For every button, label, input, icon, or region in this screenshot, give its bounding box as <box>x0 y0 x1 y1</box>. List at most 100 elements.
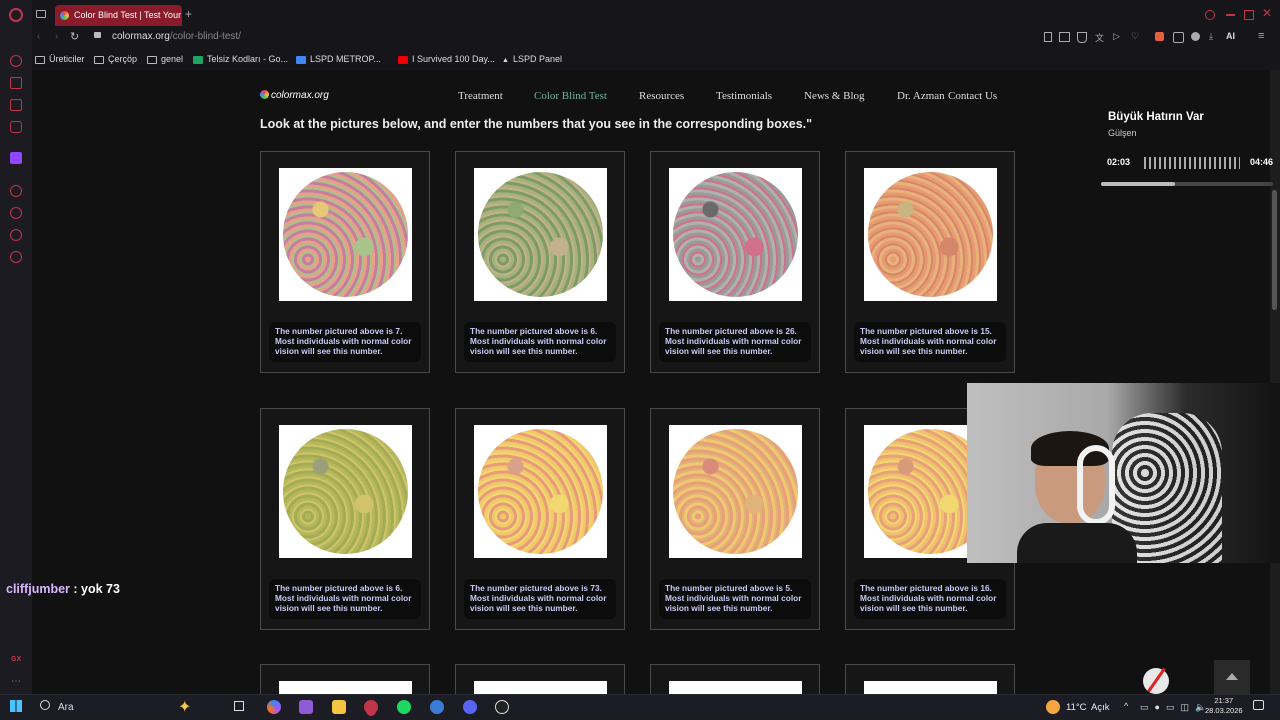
song-title: Büyük Hatırın Var <box>1108 111 1204 123</box>
file-explorer-icon[interactable] <box>332 700 346 714</box>
opera-logo-icon[interactable] <box>9 8 23 22</box>
history-icon[interactable] <box>10 207 22 219</box>
chat-message: cliffjumber : yok 73 <box>6 582 120 596</box>
instructions-text: Look at the pictures below, and enter th… <box>260 117 813 131</box>
ishihara-plate-image <box>478 429 603 554</box>
scroll-to-top-button[interactable] <box>1214 660 1250 694</box>
nav-news-blog[interactable]: News & Blog <box>804 90 865 102</box>
forward-icon[interactable]: › <box>55 31 58 42</box>
weather-text[interactable]: Açık <box>1091 702 1109 713</box>
taskbar <box>0 694 1280 720</box>
folder-icon <box>147 55 157 64</box>
back-icon[interactable]: ‹ <box>37 31 40 42</box>
search-icon[interactable] <box>40 700 50 710</box>
taskbar-clock[interactable]: 21:37 28.03.2026 <box>1205 696 1243 716</box>
spotify-icon[interactable] <box>397 700 411 714</box>
ai-icon[interactable] <box>10 55 22 67</box>
new-tab-button[interactable]: + <box>185 8 192 20</box>
bookmark-genel[interactable]: genel <box>147 53 183 65</box>
plate-card: The number pictured above is 73. Most in… <box>455 408 625 630</box>
colormax-favicon-icon <box>60 11 69 21</box>
translate-icon[interactable]: 文 <box>1095 31 1104 44</box>
instagram-icon[interactable] <box>10 121 22 133</box>
play-icon[interactable]: ▷ <box>1113 31 1120 42</box>
nav-contact-us[interactable]: Contact Us <box>948 90 997 102</box>
address-field[interactable]: colormax.org/color-blind-test/ <box>112 30 241 44</box>
store-icon[interactable] <box>299 700 313 714</box>
discord-icon[interactable] <box>463 700 477 714</box>
puzzle-icon[interactable] <box>1173 32 1184 43</box>
lock-icon[interactable] <box>94 32 101 38</box>
bookmark-lspd-panel[interactable]: ▲ LSPD Panel <box>502 53 562 67</box>
bookmark-ureticiler[interactable]: Üreticiler <box>35 53 85 65</box>
more-icon[interactable]: ⋯ <box>11 676 21 687</box>
plate-card: The number pictured above is 15. Most in… <box>845 151 1015 373</box>
search-tabs-icon[interactable] <box>1205 10 1215 20</box>
bookmark-telsiz-kodlari[interactable]: Telsiz Kodları - Go... <box>193 53 288 65</box>
taskbar-search[interactable]: Ara <box>58 702 74 713</box>
settings-icon[interactable] <box>10 251 22 263</box>
plate-card: The number pictured above is 6. Most ind… <box>260 408 430 630</box>
task-view-icon[interactable] <box>234 701 244 711</box>
chat-icon[interactable] <box>10 99 22 111</box>
profile-icon[interactable] <box>1191 32 1200 41</box>
bookmark-cercop[interactable]: Çerçöp <box>94 53 137 65</box>
nav-color-blind-test[interactable]: Color Blind Test <box>534 90 607 102</box>
maximize-button[interactable] <box>1244 10 1254 20</box>
app-icon[interactable] <box>430 700 444 714</box>
obs-icon[interactable] <box>495 700 509 714</box>
pen-icon <box>1143 667 1169 694</box>
tray-chevron-icon[interactable]: ^ <box>1124 701 1128 711</box>
nav-testimonials[interactable]: Testimonials <box>716 90 772 102</box>
song-artist: Gülşen <box>1108 128 1137 138</box>
nav-dr-azman[interactable]: Dr. Azman <box>897 90 945 102</box>
scrollbar-thumb[interactable] <box>1272 190 1277 310</box>
ishihara-plate-image <box>868 172 993 297</box>
plate-caption: The number pictured above is 6. Most ind… <box>269 579 421 619</box>
waveform-icon <box>1144 157 1240 169</box>
snapshot-icon[interactable] <box>1059 32 1070 42</box>
extension-fox-icon[interactable] <box>1155 32 1164 41</box>
ishihara-plate-image <box>283 172 408 297</box>
workspaces-icon[interactable] <box>36 10 46 18</box>
ai-button[interactable]: AI <box>1226 31 1235 41</box>
tab-strip <box>32 0 1280 28</box>
plate-caption: The number pictured above is 5. Most ind… <box>659 579 811 619</box>
player-icon[interactable] <box>10 185 22 197</box>
plate-image-frame <box>474 425 607 558</box>
plate-caption: The number pictured above is 7. Most ind… <box>269 322 421 362</box>
song-progress-fill <box>1101 182 1175 186</box>
url-domain: colormax.org <box>112 31 170 42</box>
minimize-button[interactable] <box>1226 14 1235 16</box>
site-logo[interactable]: colormax.org <box>260 90 329 101</box>
gx-icon: GX <box>11 656 22 663</box>
weather-temp[interactable]: 11°C <box>1066 702 1087 713</box>
opera-gx-taskbar-icon[interactable] <box>364 700 378 714</box>
toolbar-icons: 文 ▷ ♡ ⤓ AI <box>1040 31 1235 43</box>
youtube-icon <box>398 55 408 64</box>
folder-icon <box>35 55 45 64</box>
shield-icon[interactable] <box>1077 32 1087 43</box>
extensions-icon[interactable] <box>10 229 22 241</box>
notifications-icon[interactable] <box>1253 700 1264 710</box>
heart-icon[interactable]: ♡ <box>1131 31 1139 42</box>
copilot-icon[interactable] <box>267 700 281 714</box>
bookmark-icon[interactable] <box>1044 32 1052 42</box>
plate-image-frame <box>669 168 802 301</box>
plate-card: The number pictured above is 6. Most ind… <box>455 151 625 373</box>
triangle-icon: ▲ <box>502 57 509 64</box>
download-icon[interactable]: ⤓ <box>1209 31 1213 42</box>
bookmark-i-survived[interactable]: I Survived 100 Day... <box>398 53 495 65</box>
tab-color-blind-test[interactable]: Color Blind Test | Test Your <box>55 5 182 26</box>
nav-treatment[interactable]: Treatment <box>458 90 503 102</box>
close-button[interactable]: ✕ <box>1262 6 1272 20</box>
nav-resources[interactable]: Resources <box>639 90 684 102</box>
messenger-icon[interactable] <box>10 77 22 89</box>
elapsed-time: 02:03 <box>1107 157 1131 167</box>
reload-icon[interactable]: ↻ <box>70 30 79 43</box>
menu-icon[interactable]: ≡ <box>1258 30 1264 42</box>
plate-caption: The number pictured above is 15. Most in… <box>854 322 1006 362</box>
twitch-icon[interactable] <box>10 152 22 164</box>
start-button[interactable] <box>10 700 22 712</box>
bookmark-lspd-metrop[interactable]: LSPD METROP... <box>296 53 381 65</box>
